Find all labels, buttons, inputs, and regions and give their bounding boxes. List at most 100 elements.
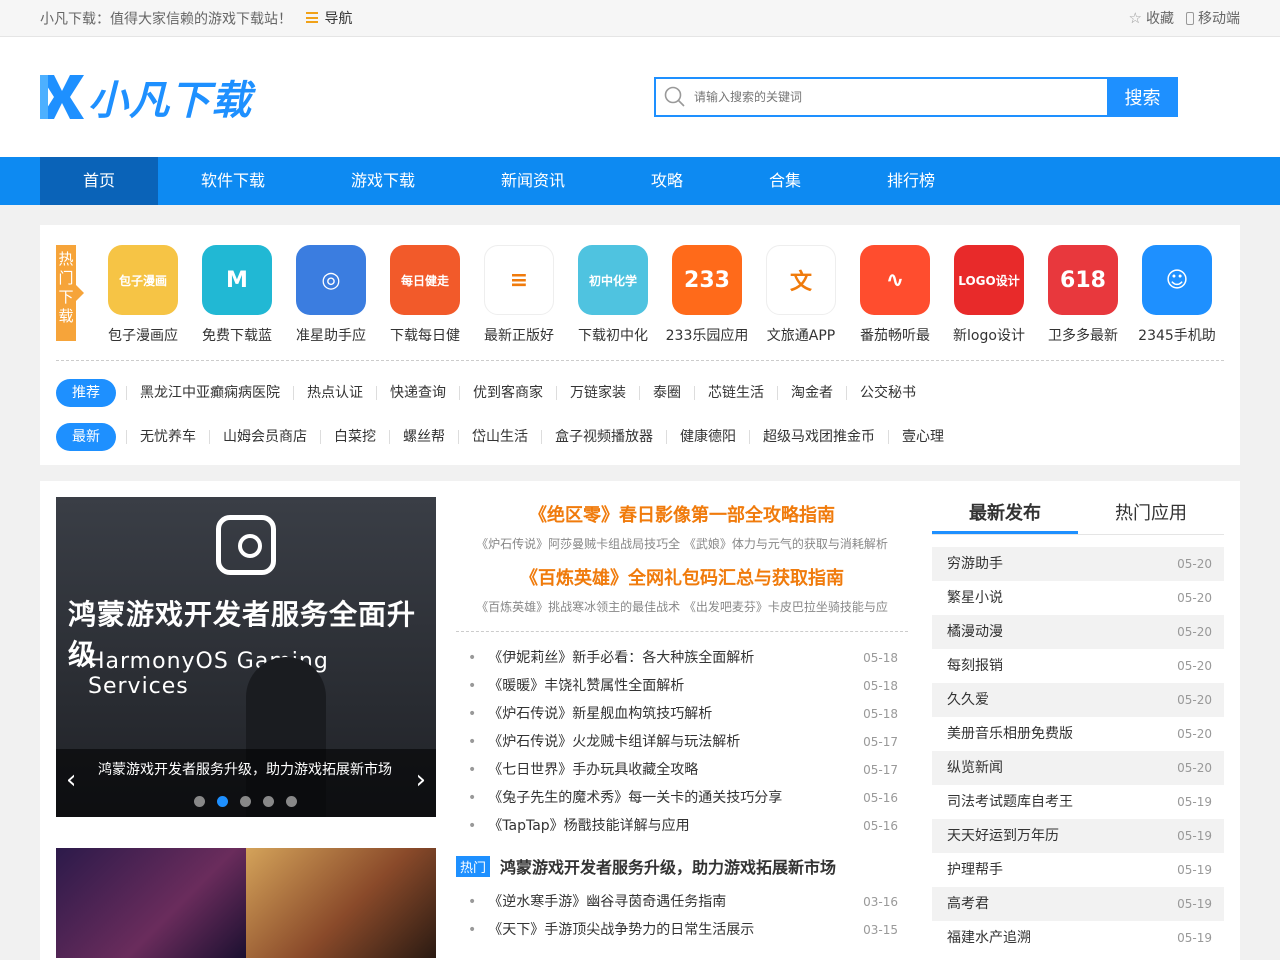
hot-app-item[interactable]: ☺ 2345手机助 [1130, 245, 1224, 345]
app-name[interactable]: 准星助手应 [288, 325, 374, 345]
latest-list-item[interactable]: 美册音乐相册免费版 05-20 [932, 717, 1224, 751]
app-link[interactable]: 高考君 [947, 887, 989, 921]
nav-home[interactable]: 首页 [40, 157, 158, 205]
app-link[interactable]: 繁星小说 [947, 581, 1003, 615]
app-link[interactable]: 天天好运到万年历 [947, 819, 1059, 853]
app-link[interactable]: 护理帮手 [947, 853, 1003, 887]
latest-list-item[interactable]: 天天好运到万年历 05-19 [932, 819, 1224, 853]
app-link[interactable]: 穷游助手 [947, 547, 1003, 581]
app-icon[interactable]: 文 [766, 245, 836, 315]
app-name[interactable]: 下载初中化 [570, 325, 656, 345]
headline-related[interactable]: 《炉石传说》阿莎曼贼卡组战局技巧全 《武娘》体力与元气的获取与消耗解析 [456, 535, 908, 552]
nav-games[interactable]: 游戏下载 [308, 157, 458, 205]
tag-link[interactable]: 泰圈 [639, 386, 694, 400]
latest-pill[interactable]: 最新 [56, 423, 116, 451]
hot-app-item[interactable]: LOGO设计 新logo设计 [942, 245, 1036, 345]
hot-app-item[interactable]: 233 233乐园应用 [660, 245, 754, 345]
thumbnail-image[interactable] [56, 848, 246, 958]
search-button[interactable]: 搜索 [1107, 77, 1178, 117]
app-name[interactable]: 下载每日健 [382, 325, 468, 345]
nav-rankings[interactable]: 排行榜 [844, 157, 978, 205]
hot-app-item[interactable]: ∿ 番茄畅听最 [848, 245, 942, 345]
tag-link[interactable]: 芯链生活 [694, 386, 777, 400]
app-icon[interactable]: 初中化学 [578, 245, 648, 315]
tag-link[interactable]: 岱山生活 [458, 430, 541, 444]
app-name[interactable]: 文旅通APP [758, 325, 844, 345]
nav-collections[interactable]: 合集 [726, 157, 844, 205]
mobile-link[interactable]: 移动端 [1186, 8, 1240, 28]
news-item[interactable]: • 《七日世界》手办玩具收藏全攻略 05-17 [456, 756, 908, 784]
app-link[interactable]: 美册音乐相册免费版 [947, 717, 1073, 751]
app-icon[interactable]: ☺ [1142, 245, 1212, 315]
news-item[interactable]: • 《伊妮莉丝》新手必看：各大种族全面解析 05-18 [456, 644, 908, 672]
slider-dot[interactable] [240, 796, 251, 807]
search-input[interactable] [694, 90, 1074, 104]
recommend-pill[interactable]: 推荐 [56, 379, 116, 407]
tag-link[interactable]: 万链家装 [556, 386, 639, 400]
latest-list-item[interactable]: 橘漫动漫 05-20 [932, 615, 1224, 649]
news-title[interactable]: 《伊妮莉丝》新手必看：各大种族全面解析 [488, 650, 754, 666]
app-link[interactable]: 纵览新闻 [947, 751, 1003, 785]
tag-link[interactable]: 山姆会员商店 [209, 430, 320, 444]
nav-software[interactable]: 软件下载 [158, 157, 308, 205]
app-name[interactable]: 233乐园应用 [664, 325, 750, 345]
tag-link[interactable]: 热点认证 [293, 386, 376, 400]
app-link[interactable]: 每刻报销 [947, 649, 1003, 683]
app-link[interactable]: 司法考试题库自考王 [947, 785, 1073, 819]
latest-list-item[interactable]: 每刻报销 05-20 [932, 649, 1224, 683]
app-link[interactable]: 福建水产追溯 [947, 921, 1031, 955]
headline-related[interactable]: 《百炼英雄》挑战寒冰领主的最佳战术 《出发吧麦芬》卡皮巴拉坐骑技能与应 [456, 598, 908, 615]
nav-menu-link[interactable]: 导航 [306, 8, 352, 28]
slider-dot[interactable] [286, 796, 297, 807]
tag-link[interactable]: 淘金者 [777, 386, 846, 400]
hot-app-item[interactable]: 文文旅通APP [754, 245, 848, 345]
app-icon[interactable]: ∿ [860, 245, 930, 315]
news-item[interactable]: • 《炉石传说》新星舰血构筑技巧解析 05-18 [456, 700, 908, 728]
latest-list-item[interactable]: 纵览新闻 05-20 [932, 751, 1224, 785]
slider-next-icon[interactable]: › [416, 767, 426, 793]
hot-app-item[interactable]: ◎ 准星助手应 [284, 245, 378, 345]
tag-link[interactable]: 螺丝帮 [389, 430, 458, 444]
latest-list-item[interactable]: 高考君 05-19 [932, 887, 1224, 921]
tag-link[interactable]: 快递查询 [376, 386, 459, 400]
news-item[interactable]: • 《炉石传说》火龙贼卡组详解与玩法解析 05-17 [456, 728, 908, 756]
slider-prev-icon[interactable]: ‹ [66, 767, 76, 793]
tag-link[interactable]: 优到客商家 [459, 386, 556, 400]
thumbnail-image[interactable] [246, 848, 436, 958]
news-item[interactable]: • 《TapTap》杨戬技能详解与应用 05-16 [456, 812, 908, 840]
tab-hot-apps[interactable]: 热门应用 [1078, 497, 1224, 534]
news-title[interactable]: 《炉石传说》火龙贼卡组详解与玩法解析 [488, 734, 740, 750]
latest-list-item[interactable]: 穷游助手 05-20 [932, 547, 1224, 581]
hot-app-item[interactable]: 618 卫多多最新 [1036, 245, 1130, 345]
app-name[interactable]: 免费下载蓝 [194, 325, 280, 345]
tag-link[interactable]: 超级马戏团推金币 [749, 430, 888, 444]
tag-link[interactable]: 黑龙江中亚癫痫病医院 [126, 386, 293, 400]
news-title[interactable]: 《七日世界》手办玩具收藏全攻略 [488, 762, 698, 778]
slider-dot[interactable] [194, 796, 205, 807]
latest-list-item[interactable]: 繁星小说 05-20 [932, 581, 1224, 615]
news-title[interactable]: 《逆水寒手游》幽谷寻茵奇遇任务指南 [488, 894, 726, 910]
news-title[interactable]: 《TapTap》杨戬技能详解与应用 [488, 818, 689, 834]
tag-link[interactable]: 盒子视频播放器 [541, 430, 666, 444]
latest-list-item[interactable]: 司法考试题库自考王 05-19 [932, 785, 1224, 819]
news-item[interactable]: • 《暖暖》丰饶礼赞属性全面解析 05-18 [456, 672, 908, 700]
featured-slider[interactable]: 鸿蒙游戏开发者服务全面升级 HarmonyOS Gaming Services … [56, 497, 436, 817]
news-item[interactable]: • 《兔子先生的魔术秀》每一关卡的通关技巧分享 05-16 [456, 784, 908, 812]
favorite-link[interactable]: ☆ 收藏 [1129, 8, 1174, 28]
nav-guides[interactable]: 攻略 [608, 157, 726, 205]
hot-app-item[interactable]: ≡ 最新正版好 [472, 245, 566, 345]
app-icon[interactable]: 包子漫画 [108, 245, 178, 315]
headline-link[interactable]: 《百炼英雄》全网礼包码汇总与获取指南 [456, 564, 908, 590]
latest-list-item[interactable]: 护理帮手 05-19 [932, 853, 1224, 887]
hot-app-item[interactable]: 初中化学 下载初中化 [566, 245, 660, 345]
slider-dot[interactable] [217, 796, 228, 807]
news-item[interactable]: • 《逆水寒手游》幽谷寻茵奇遇任务指南 03-16 [456, 888, 908, 916]
news-title[interactable]: 《兔子先生的魔术秀》每一关卡的通关技巧分享 [488, 790, 782, 806]
app-link[interactable]: 橘漫动漫 [947, 615, 1003, 649]
tag-link[interactable]: 公交秘书 [846, 386, 929, 400]
tag-link[interactable]: 健康德阳 [666, 430, 749, 444]
app-icon[interactable]: ◎ [296, 245, 366, 315]
app-icon[interactable]: LOGO设计 [954, 245, 1024, 315]
slider-caption-text[interactable]: 鸿蒙游戏开发者服务升级，助力游戏拓展新市场 [98, 759, 392, 779]
site-logo[interactable]: 小凡下载 [40, 68, 252, 126]
